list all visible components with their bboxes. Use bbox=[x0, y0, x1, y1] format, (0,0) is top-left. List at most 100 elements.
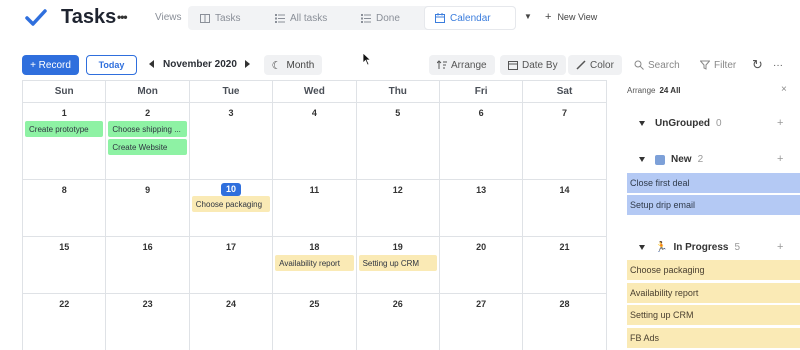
day-number: 27 bbox=[476, 299, 487, 309]
day-number: 4 bbox=[311, 108, 317, 118]
today-button[interactable]: Today bbox=[86, 55, 137, 75]
calendar-grid: Sun Mon Tue Wed Thu Fri Sat 1 Create prot… bbox=[22, 80, 607, 350]
views-dropdown-icon[interactable]: ▼ bbox=[524, 12, 532, 21]
paint-brush-icon bbox=[576, 60, 586, 70]
refresh-icon[interactable]: ↻ bbox=[752, 55, 763, 75]
group-ungrouped[interactable]: UnGrouped 0 bbox=[639, 118, 722, 129]
calendar-day-cell[interactable]: 10 Choose packaging bbox=[189, 180, 274, 237]
group-new[interactable]: New 2 bbox=[639, 154, 703, 165]
calendar-day-cell[interactable]: 13 bbox=[439, 180, 524, 237]
new-badge-icon bbox=[655, 154, 665, 165]
calendar-event[interactable]: Choose shipping ... bbox=[108, 121, 187, 137]
calendar-day-cell[interactable]: 15 bbox=[23, 237, 107, 294]
mouse-cursor-icon bbox=[362, 52, 372, 66]
add-to-group-button[interactable]: + bbox=[777, 241, 783, 253]
list-item[interactable]: Close first deal bbox=[627, 173, 800, 193]
calendar-day-cell[interactable]: 20 bbox=[439, 237, 524, 294]
day-number: 7 bbox=[562, 108, 568, 118]
add-to-group-button[interactable]: + bbox=[777, 117, 783, 129]
calendar-day-cell[interactable]: 25 bbox=[273, 294, 357, 350]
list-item[interactable]: FB Ads bbox=[627, 328, 800, 348]
calendar-day-cell[interactable]: 3 bbox=[189, 103, 274, 180]
calendar-day-cell[interactable]: 5 bbox=[356, 103, 440, 180]
day-number: 17 bbox=[225, 242, 236, 252]
calendar-event[interactable]: Availability report bbox=[275, 255, 354, 271]
more-options-button[interactable]: ··· bbox=[773, 55, 783, 75]
calendar-day-cell[interactable]: 28 bbox=[523, 294, 607, 350]
calendar-day-cell[interactable]: 23 bbox=[106, 294, 190, 350]
calendar-day-cell[interactable]: 17 bbox=[189, 237, 274, 294]
calendar-event[interactable]: Create Website bbox=[108, 139, 187, 155]
month-mode-button[interactable]: ☾ Month bbox=[264, 55, 322, 75]
tab-tasks[interactable]: Tasks bbox=[200, 6, 241, 30]
calendar-day-cell[interactable]: 19 Setting up CRM bbox=[356, 237, 440, 294]
calendar-day-cell[interactable]: 9 bbox=[106, 180, 190, 237]
date-by-button[interactable]: Date By bbox=[500, 55, 566, 75]
calendar-day-cell[interactable]: 22 bbox=[23, 294, 107, 350]
dow-sun: Sun bbox=[23, 81, 107, 103]
search-icon bbox=[634, 60, 644, 70]
day-number: 26 bbox=[392, 299, 403, 309]
app-more-button[interactable]: ••• bbox=[117, 10, 128, 24]
calendar-day-cell[interactable]: 2 Choose shipping ... Create Website bbox=[106, 103, 190, 180]
calendar-day-cell[interactable]: 26 bbox=[357, 294, 440, 350]
calendar-day-cell[interactable]: 12 bbox=[356, 180, 440, 237]
tab-done[interactable]: Done bbox=[361, 6, 400, 30]
day-number: 22 bbox=[59, 299, 70, 309]
month-label: November 2020 bbox=[163, 59, 237, 70]
tab-calendar[interactable]: Calendar bbox=[424, 6, 516, 30]
day-number: 23 bbox=[142, 299, 153, 309]
list-item[interactable]: Availability report bbox=[627, 283, 800, 303]
calendar-week-row: 1 Create prototype 2 Choose shipping ... Cre… bbox=[23, 103, 607, 180]
new-view-button[interactable]: + New View bbox=[545, 11, 597, 23]
day-of-week-header: Sun Mon Tue Wed Thu Fri Sat bbox=[23, 81, 607, 103]
list-item[interactable]: Setting up CRM bbox=[627, 305, 800, 325]
add-record-button[interactable]: + Record bbox=[22, 55, 79, 75]
arrange-label: Arrange bbox=[451, 59, 487, 71]
tab-all-tasks-label: All tasks bbox=[290, 12, 328, 24]
arrange-button[interactable]: Arrange bbox=[429, 55, 495, 75]
calendar-day-cell[interactable]: 4 bbox=[273, 103, 357, 180]
calendar-day-cell[interactable]: 6 bbox=[439, 103, 524, 180]
calendar-day-cell[interactable]: 18 Availability report bbox=[273, 237, 357, 294]
list-icon bbox=[361, 13, 371, 23]
calendar-day-cell[interactable]: 16 bbox=[106, 237, 190, 294]
tab-all-tasks[interactable]: All tasks bbox=[275, 6, 327, 30]
calendar-day-cell[interactable]: 7 bbox=[523, 103, 607, 180]
caret-down-icon bbox=[639, 121, 645, 126]
check-logo-icon bbox=[25, 9, 47, 26]
calendar-day-cell[interactable]: 24 bbox=[190, 294, 274, 350]
color-button[interactable]: Color bbox=[568, 55, 622, 75]
dow-wed: Wed bbox=[273, 81, 357, 103]
calendar-event[interactable]: Create prototype bbox=[25, 121, 104, 137]
next-month-icon[interactable] bbox=[245, 60, 250, 68]
calendar-week-row: 15 16 17 18 Availability report 19 Setting up … bbox=[23, 237, 607, 294]
calendar-event[interactable]: Setting up CRM bbox=[358, 255, 437, 271]
prev-month-icon[interactable] bbox=[149, 60, 154, 68]
dow-sat: Sat bbox=[523, 81, 607, 103]
day-number: 14 bbox=[559, 185, 570, 195]
list-item[interactable]: Setup drip email bbox=[627, 195, 800, 215]
filter-button[interactable]: Filter bbox=[700, 55, 736, 75]
caret-down-icon bbox=[639, 157, 645, 162]
calendar-day-cell[interactable]: 21 bbox=[523, 237, 607, 294]
add-to-group-button[interactable]: + bbox=[777, 153, 783, 165]
date-by-label: Date By bbox=[522, 59, 558, 71]
calendar-day-cell[interactable]: 27 bbox=[440, 294, 524, 350]
new-view-label: New View bbox=[557, 12, 598, 22]
search-button[interactable]: Search bbox=[634, 55, 680, 75]
calendar-day-cell[interactable]: 8 bbox=[23, 180, 107, 237]
calendar-day-cell[interactable]: 14 bbox=[523, 180, 607, 237]
caret-down-icon bbox=[639, 245, 645, 250]
dow-tue: Tue bbox=[189, 81, 274, 103]
calendar-day-cell[interactable]: 11 bbox=[273, 180, 357, 237]
calendar-icon bbox=[508, 61, 518, 70]
close-icon[interactable]: × bbox=[781, 84, 787, 95]
calendar-day-cell[interactable]: 1 Create prototype bbox=[23, 103, 107, 180]
group-in-progress[interactable]: 🏃 In Progress 5 bbox=[639, 242, 740, 253]
calendar-event[interactable]: Choose packaging bbox=[191, 196, 271, 212]
side-panel-title: Arrange bbox=[627, 86, 656, 95]
tab-tasks-label: Tasks bbox=[215, 12, 241, 24]
list-item[interactable]: Choose packaging bbox=[627, 260, 800, 280]
today-day-number: 10 bbox=[220, 183, 241, 196]
